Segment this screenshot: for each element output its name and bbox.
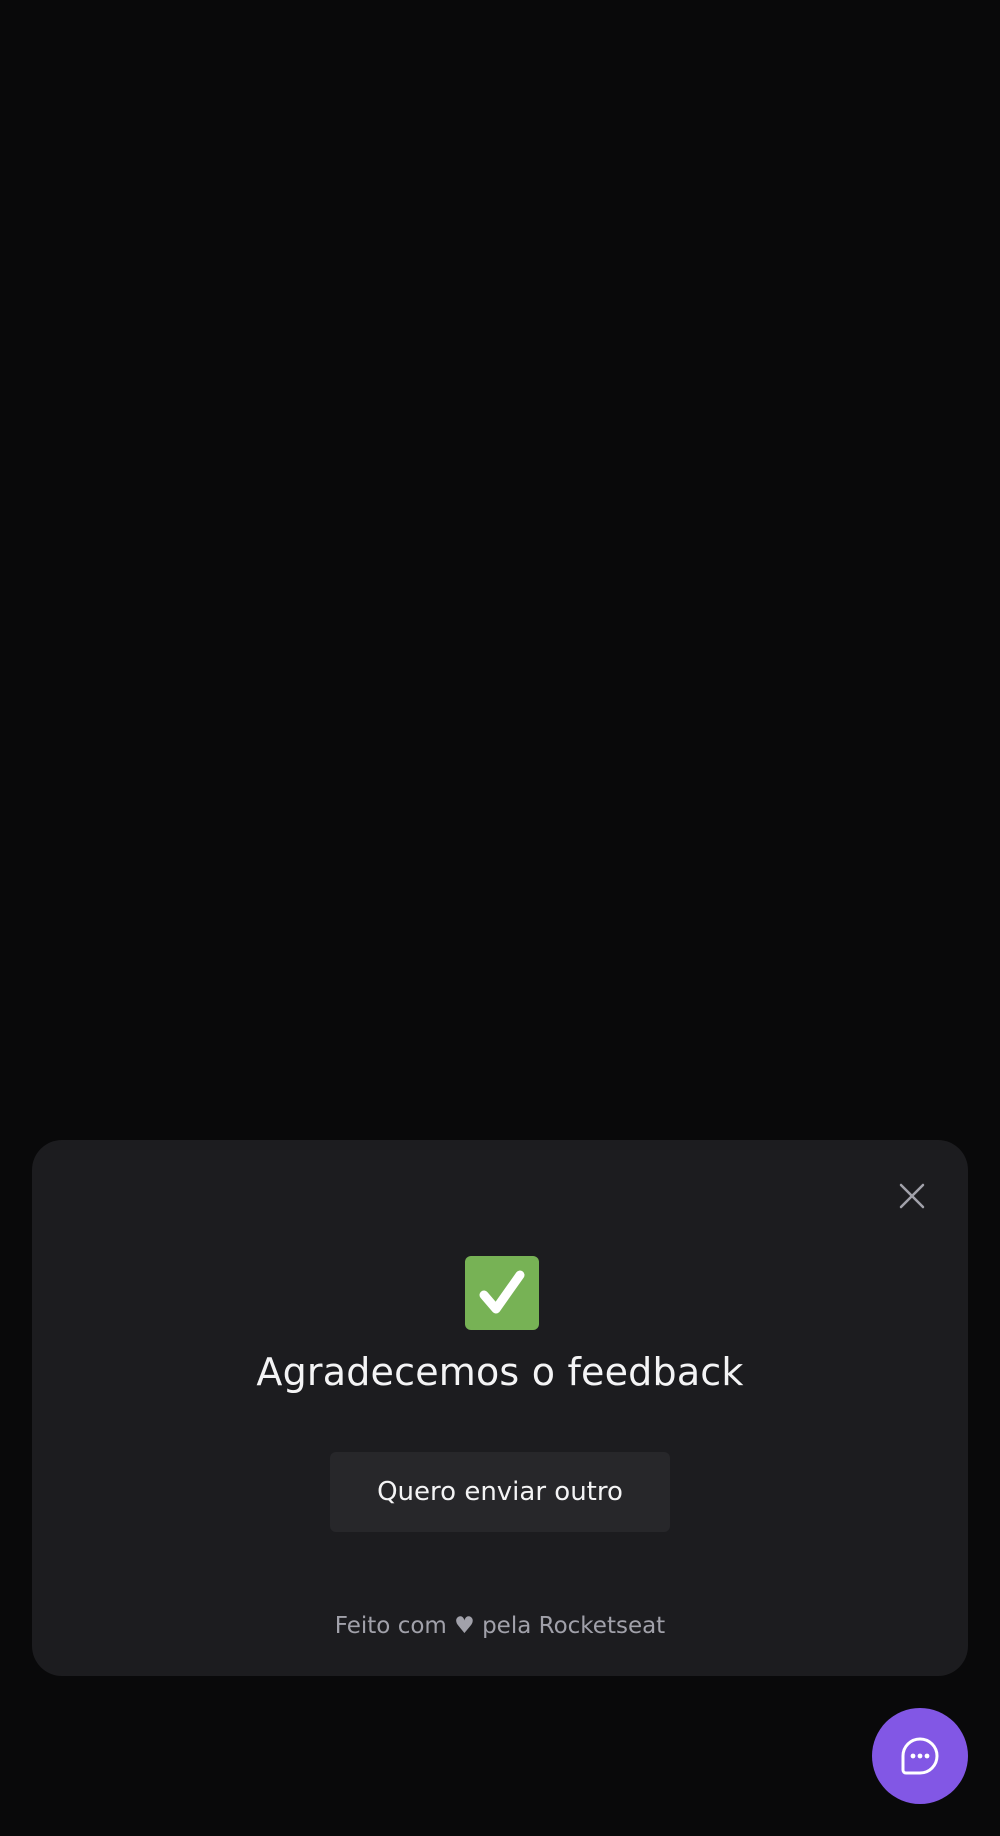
feedback-widget-card: Agradecemos o feedback Quero enviar outr…: [32, 1140, 968, 1676]
send-another-button[interactable]: Quero enviar outro: [330, 1452, 670, 1532]
heart-icon: ♥: [454, 1613, 475, 1639]
footer-credit: Feito com ♥ pela Rocketseat: [32, 1613, 968, 1639]
close-icon: [899, 1183, 925, 1209]
page: Agradecemos o feedback Quero enviar outr…: [0, 0, 1000, 1836]
check-mark-button-icon: [465, 1256, 539, 1330]
chat-teardrop-dots-icon: [901, 1737, 939, 1775]
footer-link-rocketseat[interactable]: pela Rocketseat: [482, 1613, 665, 1639]
footer-prefix: Feito com: [334, 1613, 447, 1639]
feedback-launcher-button[interactable]: [872, 1708, 968, 1804]
close-button[interactable]: [894, 1178, 930, 1214]
success-title: Agradecemos o feedback: [256, 1350, 744, 1394]
